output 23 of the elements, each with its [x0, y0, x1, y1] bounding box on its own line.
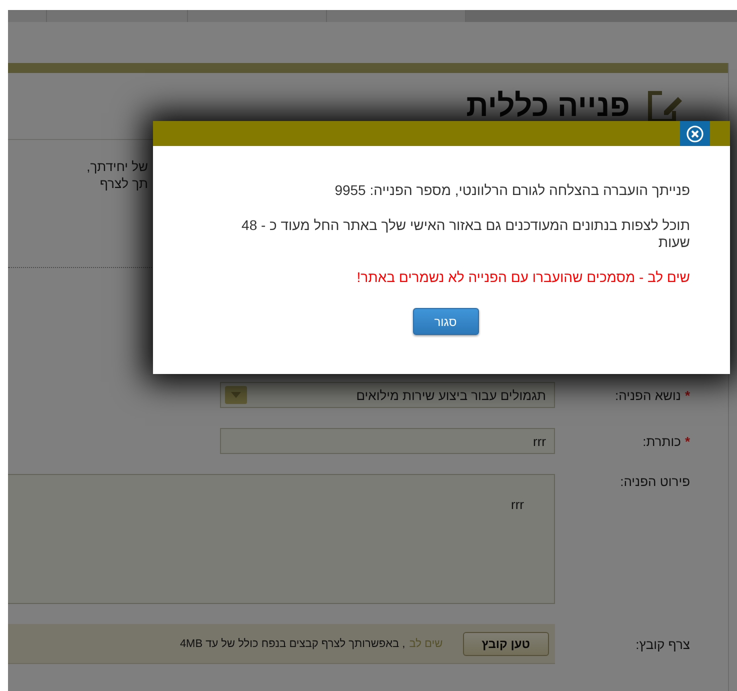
top-tab[interactable] — [327, 10, 466, 22]
top-tab[interactable] — [8, 10, 47, 22]
info-message: פנייתך הועברה בהצלחה לגורם הרלוונטי, מספר הפנייה: 9955 — [334, 182, 690, 199]
subject-dropdown[interactable]: תגמולים עבור ביצוע שירות מילואים — [220, 382, 555, 408]
warning-message: שים לב - מסמכים שהועברו עם הפנייה לא נשמרים באתר! — [356, 269, 690, 286]
top-tab[interactable] — [47, 10, 188, 22]
note-text: , באפשרותך לצרף קבצים בנפח כולל של עד 4MB — [180, 638, 406, 650]
dropdown-arrow-icon — [231, 392, 241, 398]
intro-text: תך לצרף — [98, 175, 148, 192]
title-input-field[interactable]: rrr — [220, 428, 555, 454]
close-button[interactable]: סגור — [412, 308, 478, 335]
info-message: תוכל לצפות בנתונים המעודכנים גם באזור האישי שלך באתר החל מעוד כ - 48 שעות — [240, 217, 690, 251]
upload-file-button[interactable]: טען קובץ — [462, 632, 549, 656]
field-label: צרף קובץ: — [634, 636, 691, 652]
field-label: * כותרת: — [642, 434, 691, 448]
note-label: שים לב — [409, 638, 443, 650]
top-tab[interactable] — [188, 10, 327, 22]
details-text-area[interactable]: rrr — [8, 474, 555, 604]
page-title: פנייה כללית — [466, 88, 630, 124]
intro-text: של יחידתך, — [86, 158, 148, 175]
close-icon[interactable] — [680, 121, 710, 146]
field-label: * נושא הפניה: — [614, 388, 691, 402]
field-label: פירוט הפניה: — [619, 474, 691, 489]
